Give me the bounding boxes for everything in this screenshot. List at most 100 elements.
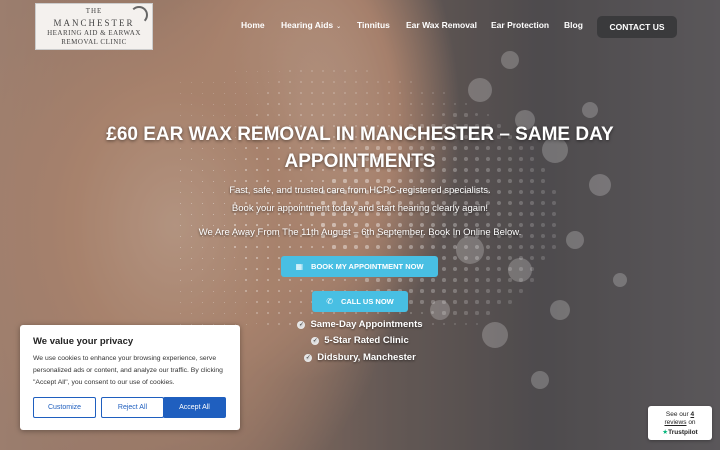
halftone-dot [289,279,291,281]
halftone-dot [267,103,269,105]
halftone-dot [508,256,512,260]
hero-subtitle-2: Book your appointment today and start he… [231,203,489,214]
halftone-dot [256,268,258,270]
halftone-dot [201,290,203,292]
halftone-dot [464,300,468,304]
halftone-dot [409,278,413,282]
hero-headline-line1: £60 EAR WAX REMOVAL IN MANCHESTER – SAME… [106,124,614,145]
halftone-dot [223,114,225,116]
chevron-down-icon: ⌄ [336,24,342,30]
reject-all-button[interactable]: Reject All [101,397,164,418]
halftone-dot [530,256,534,260]
halftone-dot [245,290,247,292]
nav-home[interactable]: Home [241,20,265,34]
halftone-dot [278,70,280,72]
halftone-dot [179,92,181,94]
nav-ear-protection[interactable]: Ear Protection [491,20,549,34]
halftone-dot [508,245,512,249]
trustpilot-review-count[interactable]: 4 [690,411,694,418]
halftone-dot [256,301,258,303]
halftone-dot [453,278,457,282]
halftone-dot [278,92,280,94]
halftone-dot [267,81,269,83]
halftone-dot [267,224,269,226]
halftone-dot [245,224,247,226]
halftone-dot [245,103,247,105]
halftone-dot [464,278,468,282]
nav-hearing-aids-label: Hearing Aids [281,20,334,30]
hero-subtitle-1: Fast, safe, and trusted care from HCPC-r… [229,185,491,196]
nav-blog[interactable]: Blog [564,20,583,34]
halftone-dot [530,179,534,183]
halftone-dot [300,114,302,116]
halftone-dot [508,258,532,282]
halftone-dot [486,267,490,271]
halftone-dot [234,180,236,182]
halftone-dot [190,114,192,116]
halftone-dot [277,179,280,182]
feature-location: ✓ Didsbury, Manchester [260,352,460,363]
halftone-dot [409,289,413,293]
halftone-dot [519,179,523,183]
halftone-dot [552,245,556,249]
cookie-text: We use cookies to enhance your browsing … [33,355,223,386]
feature-label: Didsbury, Manchester [317,352,416,363]
halftone-dot [366,70,368,72]
halftone-dot [344,81,346,83]
accept-all-button[interactable]: Accept All [163,397,226,418]
halftone-dot [519,245,523,249]
halftone-dot [300,290,302,292]
halftone-dot [267,290,269,292]
halftone-dot [311,81,313,83]
halftone-dot [234,246,236,248]
trustpilot-widget[interactable]: See our 4 reviews on ★Trustpilot [648,406,712,440]
halftone-dot [475,267,479,271]
nav-ear-wax-removal[interactable]: Ear Wax Removal [406,20,477,34]
halftone-dot [508,179,512,183]
customize-button[interactable]: Customize [33,397,96,418]
halftone-dot [190,180,192,182]
halftone-dot [354,245,358,249]
halftone-dot [343,179,347,183]
nav-hearing-aids[interactable]: Hearing Aids ⌄ [281,20,341,34]
check-icon: ✓ [297,321,306,329]
halftone-dot [322,81,324,83]
check-icon: ✓ [311,337,320,345]
halftone-dot [289,70,291,72]
phone-icon: ✆ [326,297,333,306]
halftone-dot [453,289,457,293]
halftone-dot [223,268,225,270]
site-logo[interactable]: THE MANCHESTER HEARING AID & EARWAX REMO… [35,3,153,50]
halftone-dot [550,300,570,320]
halftone-dot [212,81,214,83]
halftone-dot [354,91,358,95]
halftone-dot [212,246,214,248]
halftone-dot [267,257,269,259]
halftone-dot [190,301,192,303]
halftone-dot [508,300,512,304]
halftone-dot [277,245,280,248]
halftone-dot [201,246,203,248]
halftone-dot [256,279,258,281]
call-us-button[interactable]: ✆ CALL US NOW [312,291,408,312]
book-appointment-button[interactable]: ▦ BOOK MY APPOINTMENT NOW [281,256,438,277]
halftone-dot [212,268,214,270]
halftone-dot [256,224,258,226]
halftone-dot [387,179,391,183]
halftone-dot [463,178,468,183]
halftone-dot [245,70,247,72]
trustpilot-reviews-link[interactable]: reviews [664,419,686,426]
nav-tinnitus[interactable]: Tinnitus [357,20,390,34]
halftone-dot [332,245,336,249]
halftone-dot [613,273,627,287]
halftone-dot [201,114,203,116]
halftone-dot [420,300,424,304]
halftone-dot [179,114,181,116]
halftone-dot [453,256,457,260]
contact-us-button[interactable]: CONTACT US [597,16,677,38]
trustpilot-brand: Trustpilot [668,429,698,436]
feature-five-star: ✓ 5-Star Rated Clinic [260,335,460,346]
feature-label: 5-Star Rated Clinic [324,335,409,346]
halftone-dot [234,290,236,292]
halftone-dot [278,268,280,270]
